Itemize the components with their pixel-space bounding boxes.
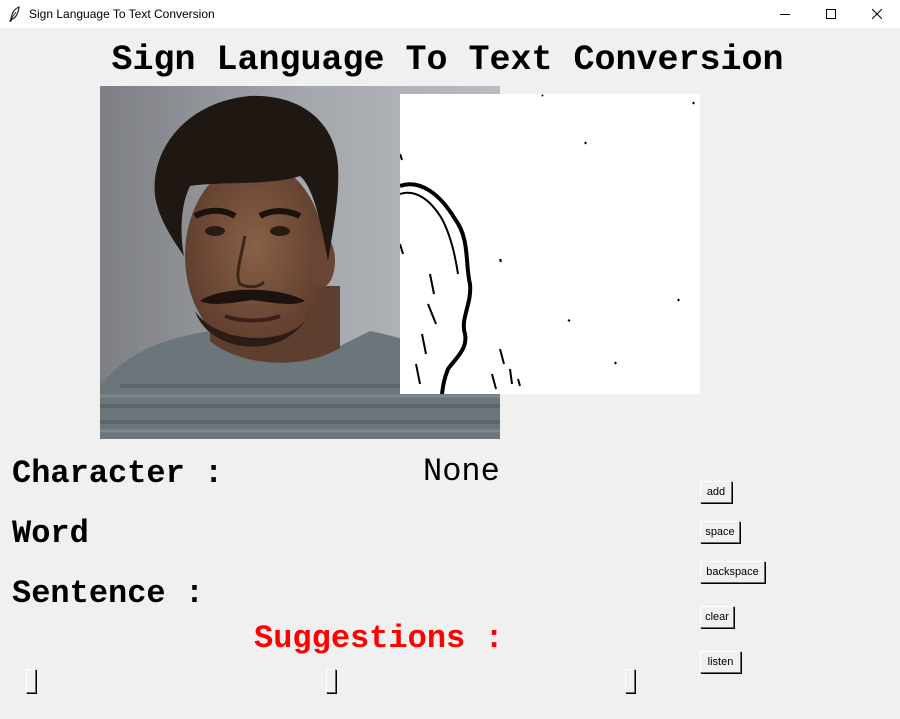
maximize-button[interactable] (808, 0, 854, 28)
word-label: Word (12, 515, 89, 552)
suggestion-button-3[interactable] (625, 669, 635, 693)
title-bar: Sign Language To Text Conversion (0, 0, 900, 28)
minimize-button[interactable] (762, 0, 808, 28)
listen-button[interactable]: listen (700, 651, 741, 673)
app-window: Sign Language To Text Conversion Sign La… (0, 0, 900, 719)
add-button[interactable]: add (700, 481, 732, 503)
suggestion-button-1[interactable] (26, 669, 36, 693)
hand-edge-mask-image (400, 94, 700, 394)
feather-icon (8, 6, 22, 22)
suggestion-button-2[interactable] (326, 669, 336, 693)
sentence-label: Sentence : (12, 575, 205, 612)
character-value: None (423, 453, 500, 490)
maximize-icon (826, 9, 836, 19)
close-icon (872, 9, 882, 19)
close-button[interactable] (854, 0, 900, 28)
suggestions-label: Suggestions : (254, 620, 504, 657)
character-label: Character : (12, 455, 224, 492)
minimize-icon (780, 9, 790, 19)
space-button[interactable]: space (700, 521, 740, 543)
backspace-button[interactable]: backspace (700, 561, 765, 583)
page-title: Sign Language To Text Conversion (111, 40, 784, 80)
window-title: Sign Language To Text Conversion (29, 7, 215, 21)
clear-button[interactable]: clear (700, 606, 734, 628)
